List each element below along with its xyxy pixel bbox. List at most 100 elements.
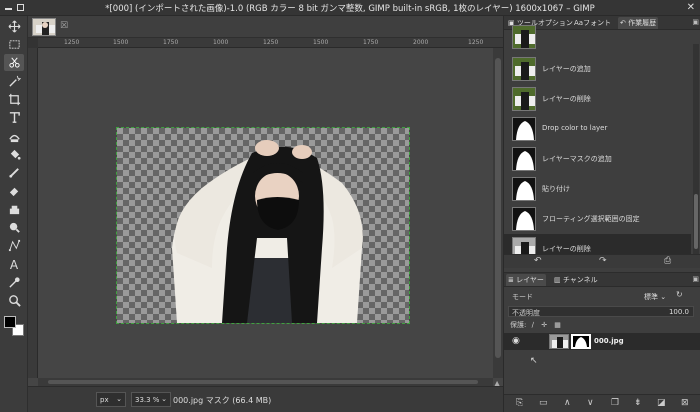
zoom-select[interactable]: 33.3 % ⌄ — [131, 392, 171, 407]
undo-icon[interactable]: ↶ — [534, 256, 542, 266]
layer-mode-row: モード 標準 ⌄ ↻ — [504, 289, 700, 303]
text-tool-icon[interactable]: A — [4, 256, 24, 273]
ruler-tick: 1250 — [64, 39, 80, 46]
history-item[interactable]: レイヤーマスクの追加 — [504, 144, 691, 174]
ruler-corner — [28, 38, 38, 48]
opacity-value: 100.0 — [668, 308, 689, 316]
history-thumbnail — [512, 57, 536, 81]
history-buttons: ↶ ↷ ⎙ — [504, 254, 700, 268]
lock-position-icon[interactable]: ✛ — [541, 321, 547, 329]
history-scroll-thumb[interactable] — [694, 194, 698, 249]
zoom-tool-icon[interactable] — [4, 292, 24, 309]
lock-alpha-icon[interactable]: ▦ — [554, 321, 561, 329]
unit-select[interactable]: px ⌄ — [96, 392, 126, 407]
opacity-slider[interactable]: 不透明度 100.0 — [508, 306, 694, 317]
vertical-ruler — [28, 48, 38, 378]
crop-tool-icon[interactable] — [4, 91, 24, 108]
history-item[interactable]: 貼り付け — [504, 174, 691, 204]
dock-menu-icon[interactable]: ▣ — [692, 275, 699, 283]
bucket-fill-tool-icon[interactable] — [4, 146, 24, 163]
history-thumbnail — [512, 147, 536, 171]
text-transform-tool-icon[interactable] — [4, 109, 24, 126]
mouse-cursor-icon: ↖ — [530, 356, 538, 366]
horizontal-ruler: 1250 1500 1750 1000 1250 1500 1750 2000 … — [38, 38, 503, 48]
image-tab-thumbnail[interactable] — [32, 18, 56, 36]
fg-bg-color-swatches[interactable] — [4, 316, 26, 338]
mode-value: 標準 — [644, 293, 658, 301]
history-label: Drop color to layer — [542, 124, 608, 132]
scissors-select-tool-icon[interactable] — [4, 54, 24, 71]
fuzzy-select-tool-icon[interactable] — [4, 73, 24, 90]
history-thumbnail — [512, 25, 536, 49]
visibility-eye-icon[interactable]: ◉ — [512, 336, 520, 346]
history-item[interactable] — [504, 22, 691, 52]
move-tool-icon[interactable] — [4, 18, 24, 35]
eraser-tool-icon[interactable] — [4, 182, 24, 199]
history-item[interactable]: フローティング選択範囲の固定 — [504, 204, 691, 234]
history-item[interactable]: レイヤーの追加 — [504, 54, 691, 84]
layers-icon: ≣ — [508, 276, 514, 284]
lock-pixels-icon[interactable]: ∕ — [532, 321, 534, 329]
dock-bottom-tabs: ≣ レイヤー ▥ チャンネル ▣ — [504, 273, 700, 287]
history-thumbnail — [512, 177, 536, 201]
layer-name: 000.jpg — [594, 337, 624, 345]
tab-layers[interactable]: ≣ レイヤー — [506, 274, 546, 286]
lock-label: 保護: — [510, 321, 527, 329]
new-layer-group-icon[interactable]: ▭ — [539, 398, 548, 408]
cutout-subject-image — [172, 140, 363, 323]
foreground-color-swatch[interactable] — [4, 316, 16, 328]
delete-layer-icon[interactable]: ⊠ — [681, 398, 689, 408]
toolbox: A — [0, 16, 28, 412]
tab-channels[interactable]: ▥ チャンネル — [552, 274, 600, 286]
vertical-scrollbar[interactable] — [493, 48, 503, 378]
history-thumbnail — [512, 207, 536, 231]
clone-tool-icon[interactable] — [4, 201, 24, 218]
history-label: レイヤーの削除 — [542, 245, 591, 253]
ruler-tick: 2000 — [413, 39, 429, 46]
merge-down-icon[interactable]: ⇟ — [634, 398, 642, 408]
right-dock: ▣ ツールオプション Aaフォント ↶ 作業履歴 ▣ レイヤーの追加 レイヤーの… — [503, 16, 700, 412]
mode-label: モード — [512, 293, 533, 301]
dock-menu-icon[interactable]: ▣ — [692, 18, 699, 26]
layer-thumbnail — [549, 334, 569, 349]
layer-mask-thumbnail[interactable] — [571, 334, 591, 349]
ruler-tick: 1000 — [213, 39, 229, 46]
history-label: レイヤーの追加 — [542, 65, 591, 73]
layer-row[interactable]: ◉ 000.jpg — [504, 333, 700, 350]
history-label: レイヤーマスクの追加 — [542, 155, 612, 163]
color-picker-tool-icon[interactable] — [4, 274, 24, 291]
window-title: *[000] (インポートされた画像)-1.0 (RGB カラー 8 bit ガ… — [105, 4, 595, 14]
close-button[interactable]: ✕ — [687, 2, 695, 13]
paintbrush-tool-icon[interactable] — [4, 164, 24, 181]
image-layer-with-selection[interactable] — [116, 127, 410, 324]
opacity-label: 不透明度 — [512, 309, 540, 317]
image-tab-close-icon[interactable]: ☒ — [60, 21, 68, 31]
warp-tool-icon[interactable] — [4, 128, 24, 145]
add-mask-icon[interactable]: ◪ — [657, 398, 666, 408]
history-scrollbar[interactable] — [693, 44, 699, 254]
history-item[interactable]: Drop color to layer — [504, 114, 691, 144]
lower-layer-icon[interactable]: ∨ — [587, 398, 594, 408]
redo-icon[interactable]: ↷ — [599, 256, 607, 266]
ruler-tick: 1750 — [163, 39, 179, 46]
title-bar: *[000] (インポートされた画像)-1.0 (RGB カラー 8 bit ガ… — [0, 0, 700, 16]
history-label: 貼り付け — [542, 185, 570, 193]
ruler-tick: 1250 — [263, 39, 279, 46]
zoom-value: 33.3 % — [135, 396, 160, 404]
raise-layer-icon[interactable]: ∧ — [564, 398, 571, 408]
mode-switch-icon[interactable]: ↻ — [676, 290, 683, 299]
clear-history-icon[interactable]: ⎙ — [664, 256, 671, 266]
mode-select[interactable]: 標準 ⌄ — [644, 292, 666, 302]
rect-select-tool-icon[interactable] — [4, 36, 24, 53]
image-canvas[interactable] — [38, 48, 493, 378]
paths-tool-icon[interactable] — [4, 237, 24, 254]
horizontal-scroll-thumb[interactable] — [48, 380, 478, 384]
new-layer-icon[interactable]: ⎘ — [516, 398, 523, 408]
ruler-tick: 1500 — [313, 39, 329, 46]
vertical-scroll-thumb[interactable] — [495, 58, 501, 358]
horizontal-scrollbar[interactable] — [38, 378, 493, 386]
status-bar: px ⌄ 33.3 % ⌄ 000.jpg マスク (66.4 MB) — [28, 386, 503, 412]
smudge-tool-icon[interactable] — [4, 219, 24, 236]
history-item[interactable]: レイヤーの削除 — [504, 84, 691, 114]
duplicate-layer-icon[interactable]: ❐ — [611, 398, 619, 408]
